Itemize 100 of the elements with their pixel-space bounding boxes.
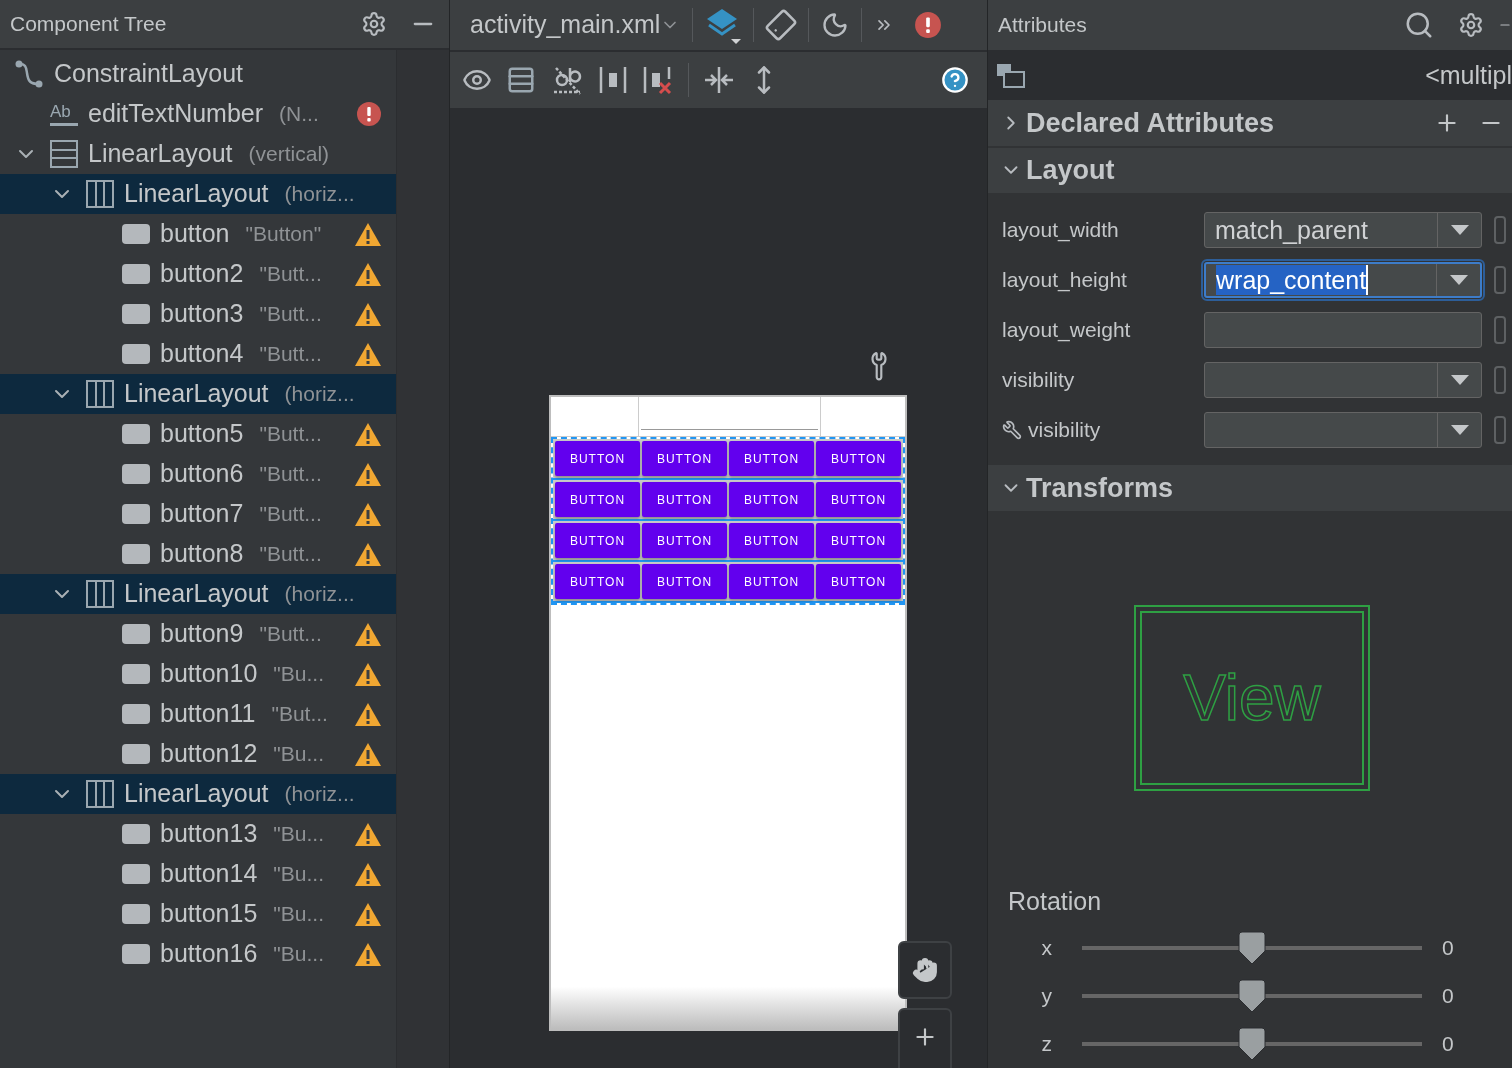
side-toggle[interactable] [1494,266,1506,294]
component-name: ConstraintLayout [54,58,243,90]
side-toggle[interactable] [1494,216,1506,244]
tree-row[interactable]: button5 "Butt... [0,414,396,454]
tree-row[interactable]: button "Button" [0,214,396,254]
selection-label: <multipl [1425,60,1512,92]
section-header[interactable]: Transforms [988,465,1512,513]
component-detail: (horiz... [284,381,355,408]
slider-thumb[interactable] [1237,979,1267,1013]
dropdown-field[interactable]: match_parent [1204,212,1482,248]
rotation-slider[interactable] [1082,931,1422,965]
tree-row[interactable]: button15 "Bu... [0,894,396,934]
app-button[interactable]: BUTTON [729,482,814,517]
tree-row[interactable]: ConstraintLayout [0,54,396,94]
rotation-value: 0 [1442,983,1454,1010]
tree-row[interactable]: button12 "Bu... [0,734,396,774]
app-button[interactable]: BUTTON [642,523,727,558]
rotation-slider[interactable] [1082,1027,1422,1061]
component-name: button8 [160,538,244,570]
component-detail: "But... [271,701,328,728]
app-button[interactable]: BUTTON [816,441,901,476]
tree-row[interactable]: button13 "Bu... [0,814,396,854]
rotation-value: 0 [1442,935,1454,962]
tree-row[interactable]: LinearLayout (vertical) [0,134,396,174]
component-detail: (horiz... [284,581,355,608]
settings-icon[interactable] [361,11,387,37]
app-button[interactable]: BUTTON [729,441,814,476]
number-field[interactable] [639,397,821,436]
constraint-icon [14,59,44,89]
tree-row[interactable]: LinearLayout (horiz... [0,574,396,614]
app-button[interactable]: BUTTON [642,482,727,517]
app-button[interactable]: BUTTON [729,564,814,599]
tree-row[interactable]: button7 "Butt... [0,494,396,534]
dropdown-field[interactable]: wrap_content [1204,262,1482,298]
side-toggle[interactable] [1494,416,1506,444]
side-toggle[interactable] [1494,316,1506,344]
app-button[interactable]: BUTTON [816,564,901,599]
dropdown-arrow-icon [1450,425,1469,435]
button-icon [122,944,150,964]
button-icon [122,264,150,284]
component-detail: "Butt... [259,621,322,648]
slider-thumb[interactable] [1237,931,1267,965]
component-detail: "Bu... [273,821,324,848]
tree-row[interactable]: Ab editTextNumber (N... [0,94,396,134]
zoom-in-button[interactable] [898,1008,952,1068]
dropdown-field[interactable] [1204,412,1482,448]
component-detail: "Bu... [273,861,324,888]
app-button[interactable]: BUTTON [729,523,814,558]
dropdown-field[interactable] [1204,362,1482,398]
app-button[interactable]: BUTTON [816,482,901,517]
property-label: layout_weight [1002,317,1131,344]
tree-row[interactable]: LinearLayout (horiz... [0,774,396,814]
settings-icon[interactable] [1458,12,1484,38]
component-name: button16 [160,938,258,970]
component-name: button9 [160,618,244,650]
app-button[interactable]: BUTTON [555,523,640,558]
tree-row[interactable]: button3 "Butt... [0,294,396,334]
section-header[interactable]: Layout [988,147,1512,195]
moon-icon[interactable] [821,11,850,39]
tree-row[interactable]: button10 "Bu... [0,654,396,694]
component-name: button14 [160,858,258,890]
field-value: wrap_content [1216,265,1369,295]
app-button[interactable]: BUTTON [555,441,640,476]
app-button[interactable]: BUTTON [642,441,727,476]
tree-row[interactable]: button4 "Butt... [0,334,396,374]
button-icon [122,864,150,884]
button-icon [122,624,150,644]
tree-row[interactable]: button2 "Butt... [0,254,396,294]
app-button[interactable]: BUTTON [555,482,640,517]
tree-row[interactable]: button11 "But... [0,694,396,734]
tree-row[interactable]: button14 "Bu... [0,854,396,894]
app-button[interactable]: BUTTON [816,523,901,558]
constraints-icon[interactable] [598,65,628,95]
component-name: button4 [160,338,244,370]
search-icon[interactable] [1404,10,1434,40]
button-icon [122,744,150,764]
tree-row[interactable]: button9 "Butt... [0,614,396,654]
help-icon[interactable] [941,66,969,94]
property-label: visibility [1028,417,1101,444]
panel-title: Attributes [998,12,1087,39]
tree-row[interactable]: LinearLayout (horiz... [0,374,396,414]
tree-row[interactable]: button16 "Bu... [0,934,396,974]
preview-label: View [1183,660,1321,736]
app-button[interactable]: BUTTON [555,564,640,599]
clear-constraints-icon[interactable] [642,65,674,95]
blueprint-icon[interactable] [506,65,536,95]
pan-button[interactable] [898,941,952,999]
component-name: button6 [160,458,244,490]
app-button[interactable]: BUTTON [642,564,727,599]
input-field[interactable] [1204,312,1482,348]
component-name: button2 [160,258,244,290]
tree-row[interactable]: button8 "Butt... [0,534,396,574]
tree-row[interactable]: LinearLayout (horiz... [0,174,396,214]
rotation-slider[interactable] [1082,979,1422,1013]
section-header[interactable]: Declared Attributes [988,100,1512,148]
pack-icon[interactable] [703,65,735,95]
slider-thumb[interactable] [1237,1027,1267,1061]
side-toggle[interactable] [1494,366,1506,394]
multiple-components-icon [996,63,1026,89]
tree-row[interactable]: button6 "Butt... [0,454,396,494]
